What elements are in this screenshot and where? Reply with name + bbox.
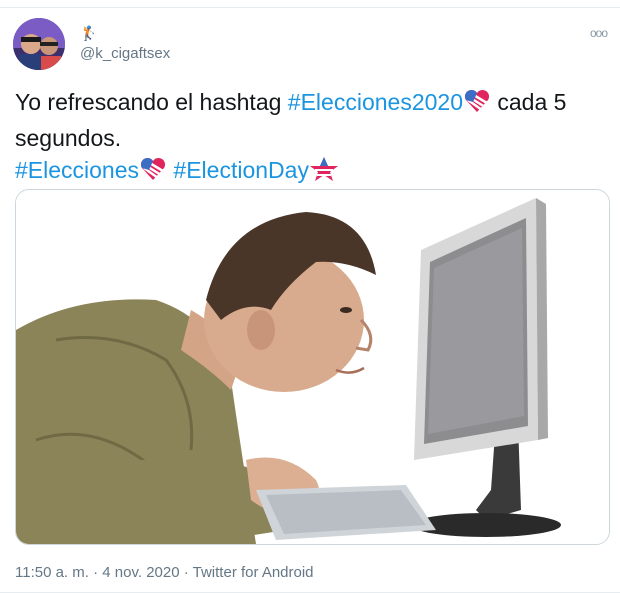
tweet-text-part1: Yo refrescando el hashtag [15,89,288,115]
hashtag-electionday[interactable]: #ElectionDay [173,157,309,183]
display-name[interactable]: 🏌 [80,25,97,42]
media-photo[interactable] [15,189,610,545]
tweet-meta: 11:50 a. m. · 4 nov. 2020 · Twitter for … [15,564,314,581]
meta-separator-1: · [88,564,103,581]
man-staring-at-monitor-photo-icon [16,190,609,544]
tweet-date[interactable]: 4 nov. 2020 [102,564,179,581]
top-divider [0,7,620,8]
tweet-card: 🏌 @k_cigaftsex ooo Yo refrescando el has… [0,0,620,593]
us-flag-heart-icon [139,156,167,190]
us-flag-heart-icon [463,88,491,122]
avatar[interactable] [13,18,65,70]
us-flag-star-icon [309,156,339,190]
avatar-photo-icon [13,18,65,70]
tweet-time[interactable]: 11:50 a. m. [15,564,89,581]
hashtag-elecciones[interactable]: #Elecciones [15,157,139,183]
meta-separator-2: · [179,564,193,581]
user-handle[interactable]: @k_cigaftsex [80,45,170,62]
tweet-text: Yo refrescando el hashtag #Elecciones202… [15,86,605,190]
tweet-source[interactable]: Twitter for Android [193,564,314,581]
hashtag-elecciones2020[interactable]: #Elecciones2020 [288,89,463,115]
more-dots-icon[interactable]: ooo [590,26,608,40]
